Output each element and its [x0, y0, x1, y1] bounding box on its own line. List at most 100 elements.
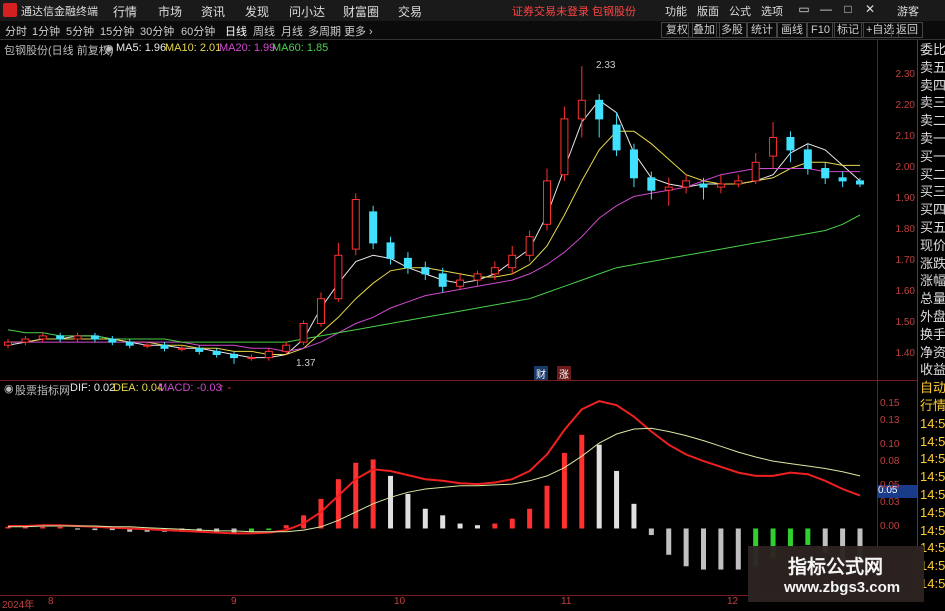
candle-down	[803, 149, 812, 170]
price-axis: 2.30 2.20 2.10 2.00 1.90 1.80 1.70 1.60 1.50 1.40	[877, 40, 918, 380]
macd-tick: 0.03	[880, 496, 900, 508]
period-30min[interactable]: 30分钟	[140, 23, 174, 39]
macd-bar-positive	[388, 475, 394, 529]
side-panel-item[interactable]: 行情	[920, 398, 945, 413]
period-daily[interactable]: 日线	[225, 23, 247, 39]
f10-button[interactable]: F10	[806, 22, 835, 38]
finance-badge[interactable]: 财	[534, 366, 548, 381]
macd-panel[interactable]: ◉ 股票指标网 DIF: 0.02 DEA: 0.04 MACD: -0.03 …	[0, 381, 877, 594]
menu-caifuquan[interactable]: 财富圈	[343, 3, 379, 20]
menu-banmian[interactable]: 版面	[697, 3, 719, 19]
ma20-label: MA20: 1.99	[219, 42, 276, 54]
side-panel-item[interactable]: 14:5	[920, 487, 945, 502]
price-tick: 2.00	[895, 161, 915, 173]
side-panel-item[interactable]: 14:5	[920, 416, 945, 431]
menu-gongneng[interactable]: 功能	[665, 3, 687, 19]
candle-down	[403, 257, 412, 269]
duogu-button[interactable]: 多股	[716, 22, 748, 38]
side-panel-item[interactable]: 买三	[920, 184, 945, 199]
side-panel-item[interactable]: 卖四	[920, 78, 945, 93]
macd-bar-positive	[631, 503, 637, 529]
menu-gongshi[interactable]: 公式	[729, 3, 751, 19]
price-tick: 2.10	[895, 130, 915, 142]
macd-bar-positive	[422, 508, 428, 529]
maximize-icon[interactable]: □	[840, 2, 856, 16]
side-panel-item[interactable]: 14:5	[920, 505, 945, 520]
candle-up	[264, 350, 273, 359]
candle-down	[386, 242, 395, 259]
candlestick-chart[interactable]	[0, 40, 877, 380]
period-1min[interactable]: 1分钟	[32, 23, 60, 39]
side-panel-item[interactable]: 14:5	[920, 469, 945, 484]
side-panel-item[interactable]: 卖二	[920, 113, 945, 128]
menu-jiaoyi[interactable]: 交易	[398, 3, 422, 20]
side-panel-item[interactable]: 收益	[920, 362, 945, 377]
side-panel-item[interactable]: 总量	[920, 291, 945, 306]
side-panel-item[interactable]: 14:5	[920, 451, 945, 466]
side-panel-item[interactable]: 卖五	[920, 60, 945, 75]
macd-bar-positive	[440, 515, 446, 529]
side-panel-item[interactable]: 14:5	[920, 434, 945, 449]
macd-bar-negative	[718, 528, 724, 570]
side-panel-item[interactable]: 买五	[920, 220, 945, 235]
candle-down	[56, 335, 65, 340]
side-panel-item[interactable]: 现价	[920, 238, 945, 253]
side-panel-item[interactable]: 买二	[920, 167, 945, 182]
candle-up	[543, 180, 552, 225]
tongji-button[interactable]: 统计	[746, 22, 778, 38]
candle-down	[108, 338, 117, 343]
low-price-label: 1.37	[296, 358, 316, 369]
period-weekly[interactable]: 周线	[253, 23, 275, 39]
period-monthly[interactable]: 月线	[281, 23, 303, 39]
macd-bar-positive	[474, 525, 480, 529]
period-toolbar: 分时 1分钟 5分钟 15分钟 30分钟 60分钟 日线 周线 月线 多周期 更…	[0, 21, 945, 40]
side-panel-item[interactable]: 卖一	[920, 131, 945, 146]
login-notice[interactable]: 证券交易未登录 包钢股份	[512, 3, 636, 19]
menu-hangqing[interactable]: 行情	[113, 3, 137, 20]
limit-up-badge[interactable]: 涨	[557, 366, 571, 381]
period-more[interactable]: 更多 ›	[344, 23, 373, 39]
menu-xuanxiang[interactable]: 选项	[761, 3, 783, 19]
period-5min[interactable]: 5分钟	[66, 23, 94, 39]
macd-chart[interactable]	[0, 381, 877, 594]
back-button[interactable]: 返回	[891, 22, 923, 38]
settings-dot-icon-2[interactable]: ◉	[4, 382, 14, 395]
macd-bar-positive	[561, 452, 567, 529]
menu-zixun[interactable]: 资讯	[201, 3, 225, 20]
minimize-icon[interactable]: —	[818, 2, 834, 16]
candle-down	[612, 124, 621, 151]
restore-icon[interactable]: ▭	[796, 2, 812, 16]
guest-label[interactable]: 游客	[897, 3, 919, 19]
quote-side-panel[interactable]: 委比卖五卖四卖三卖二卖一买一买二买三买四买五现价涨跌涨幅总量外盘换手净资收益自动…	[917, 40, 945, 594]
candle-down	[699, 183, 708, 188]
side-panel-item[interactable]: 14:5	[920, 523, 945, 538]
macd-bar-negative	[805, 528, 811, 545]
period-15min[interactable]: 15分钟	[100, 23, 134, 39]
side-panel-item[interactable]: 委比	[920, 42, 945, 57]
price-tick: 1.40	[895, 347, 915, 359]
side-panel-item[interactable]: 净资	[920, 345, 945, 360]
candle-down	[195, 347, 204, 352]
side-panel-item[interactable]: 涨幅	[920, 273, 945, 288]
side-panel-item[interactable]: 换手	[920, 327, 945, 342]
side-panel-item[interactable]: 外盘	[920, 309, 945, 324]
period-fenshi[interactable]: 分时	[5, 23, 27, 39]
period-multi[interactable]: 多周期	[308, 23, 341, 39]
candle-down	[838, 177, 847, 182]
macd-bar-positive	[283, 525, 289, 529]
side-panel-item[interactable]: 买四	[920, 202, 945, 217]
biaoji-button[interactable]: 标记	[832, 22, 864, 38]
menu-shichang[interactable]: 市场	[158, 3, 182, 20]
period-60min[interactable]: 60分钟	[181, 23, 215, 39]
side-panel-item[interactable]: 卖三	[920, 95, 945, 110]
side-panel-item[interactable]: 涨跌	[920, 256, 945, 271]
candle-down	[230, 354, 239, 359]
menu-faxian[interactable]: 发现	[245, 3, 269, 20]
side-panel-item[interactable]: 自动	[920, 380, 945, 395]
side-panel-item[interactable]: 买一	[920, 149, 945, 164]
menu-wenxiaoda[interactable]: 问小达	[289, 3, 325, 20]
candlestick-panel[interactable]: 包钢股份(日线 前复权) ◉ MA5: 1.96 MA10: 2.01 MA20…	[0, 40, 877, 381]
settings-dot-icon[interactable]: ◉	[104, 42, 114, 55]
close-icon[interactable]: ✕	[862, 2, 878, 16]
huaxian-button[interactable]: 画线	[776, 22, 808, 38]
